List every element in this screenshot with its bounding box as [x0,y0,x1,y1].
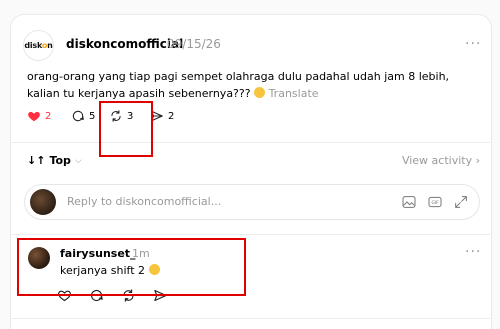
sort-arrows-icon: ↓↑ [27,154,46,167]
comment-icon [72,110,84,122]
reply-placeholder: Reply to diskoncomofficial... [67,195,222,208]
post-date: 09/15/26 [167,37,221,51]
translate-link[interactable]: Translate [269,87,319,100]
comment-more-options-icon[interactable]: ··· [465,244,481,260]
author-avatar[interactable]: diskon [23,30,54,61]
post-text: orang-orang yang tiap pagi sempet olahra… [27,70,450,100]
sort-dropdown[interactable]: ↓↑ Top ⌵ [27,154,82,167]
chevron-right-icon: › [475,154,480,167]
user-avatar [30,189,56,215]
divider [10,234,490,235]
share-button[interactable]: 2 [150,109,174,123]
more-options-icon[interactable]: ··· [465,36,481,52]
comment-highlight-box [17,238,246,296]
expand-icon[interactable] [453,194,469,210]
reply-input[interactable]: Reply to diskoncomofficial... GIF [24,184,480,220]
chevron-down-icon: ⌵ [74,155,82,166]
smile-emoji-icon [254,87,266,98]
divider [10,318,490,319]
divider [10,142,490,143]
share-count: 2 [168,110,175,122]
like-button[interactable]: 2 [27,109,51,123]
post-author[interactable]: diskoncomofficial [66,37,183,51]
gif-icon[interactable]: GIF [427,194,443,210]
like-count: 2 [45,110,52,122]
heart-icon [28,111,40,122]
brand-logo: diskon [24,41,53,50]
comment-count: 5 [89,110,96,122]
sort-label: Top [49,154,71,167]
repost-highlight-box [99,101,153,157]
view-activity-link[interactable]: View activity › [402,154,480,167]
svg-text:GIF: GIF [431,200,439,206]
image-icon[interactable] [401,194,417,210]
comment-button[interactable]: 5 [71,109,95,123]
